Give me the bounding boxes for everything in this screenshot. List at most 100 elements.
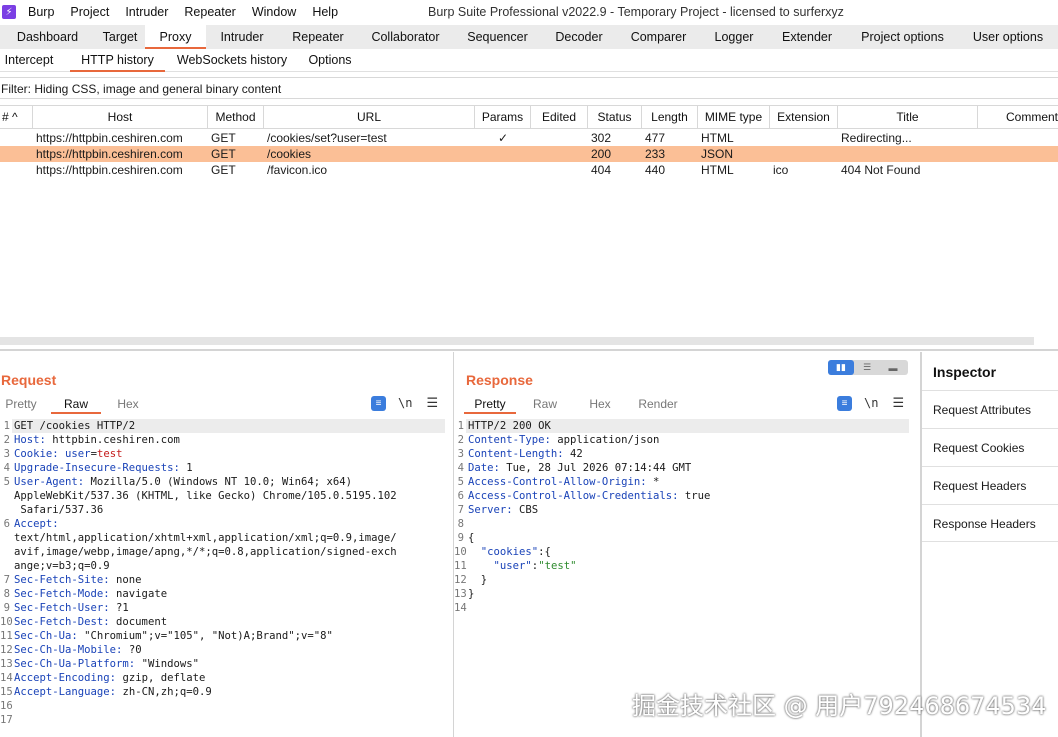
request-panel: Request Pretty Raw Hex ≡ \n ☰ 1 GET /cook… [0,352,453,737]
line-number [0,531,12,545]
code-token: text/html,application/xhtml+xml,applicat… [14,532,397,544]
split-horizontal-icon[interactable]: ☰ [854,360,880,375]
menu-help[interactable]: Help [312,5,338,19]
col-extension[interactable]: Extension [770,106,838,128]
burp-logo-icon: ⚡ [2,5,16,19]
filter-bar[interactable]: Filter: Hiding CSS, image and general bi… [0,77,1058,99]
tab-intruder[interactable]: Intruder [206,25,278,49]
menu-project[interactable]: Project [70,5,109,19]
tab-comparer[interactable]: Comparer [616,25,701,49]
tab-decoder[interactable]: Decoder [542,25,616,49]
col-comment[interactable]: Comment [978,106,1058,128]
code-token: Accept-Encoding: [14,672,117,684]
code-line: 1 GET /cookies HTTP/2 [0,419,445,433]
single-pane-icon[interactable]: ▬ [880,360,906,375]
code-line: 4 Date: Tue, 28 Jul 2026 07:14:44 GMT [454,461,909,475]
tab-collaborator[interactable]: Collaborator [358,25,453,49]
tab-logger[interactable]: Logger [701,25,767,49]
newline-toggle-icon[interactable]: \n [398,396,412,410]
tab-project-options[interactable]: Project options [847,25,958,49]
inspector-request-attributes[interactable]: Request Attributes [922,390,1058,428]
code-token: avif,image/webp,image/apng,*/*;q=0.8,app… [14,546,397,558]
tab-intercept[interactable]: Intercept [0,49,58,72]
menu-icon[interactable]: ☰ [892,395,904,411]
split-vertical-icon[interactable]: ▮▮ [828,360,854,375]
tab-target[interactable]: Target [95,25,145,49]
split-divider[interactable] [0,349,1058,351]
code-token: document [109,616,168,628]
watermark: 掘金技术社区 @ 用户792468674534 [632,692,1047,720]
code-token: none [109,574,142,586]
response-editor[interactable]: 1 HTTP/2 200 OK 2 Content-Type: application… [454,419,909,615]
code-line: 12 } [454,573,909,587]
tab-http-history[interactable]: HTTP history [70,49,165,72]
table-header: # ^ Host Method URL Params Edited Status… [0,105,1058,129]
response-tab-render[interactable]: Render [630,394,686,414]
cell-method: GET [211,131,236,145]
col-host[interactable]: Host [33,106,208,128]
code-line: 8 Sec-Fetch-Mode: navigate [0,587,445,601]
code-token: Tue, 28 Jul 2026 07:14:44 GMT [499,462,692,474]
tab-options[interactable]: Options [299,49,361,72]
request-tab-hex[interactable]: Hex [107,394,149,414]
cell-mime: HTML [701,131,734,145]
line-number: 4 [457,462,464,474]
response-view-tabs: Pretty Raw Hex Render [464,394,686,414]
horizontal-scrollbar[interactable] [0,337,1034,345]
code-line: 2 Host: httpbin.ceshiren.com [0,433,445,447]
col-title[interactable]: Title [838,106,978,128]
inspector-request-headers[interactable]: Request Headers [922,466,1058,504]
tab-dashboard[interactable]: Dashboard [0,25,95,49]
code-line: 13} [454,587,909,601]
cell-status: 200 [591,147,612,161]
inspector-request-cookies[interactable]: Request Cookies [922,428,1058,466]
tab-sequencer[interactable]: Sequencer [453,25,542,49]
table-row[interactable]: https://httpbin.ceshiren.com GET/favicon.… [0,162,1058,178]
table-row[interactable]: https://httpbin.ceshiren.com GET/cookies/… [0,130,1058,146]
code-text: Safari/537.36 [12,503,103,517]
tab-proxy[interactable]: Proxy [145,25,206,49]
code-text: "user":"test" [466,559,577,573]
code-token: 42 [563,448,583,460]
menu-burp[interactable]: Burp [28,5,54,19]
word-wrap-icon[interactable]: ≡ [371,395,386,411]
top-tab-bar: Dashboard Target Proxy Intruder Repeater… [0,25,1058,49]
col-number[interactable]: # ^ [0,106,33,128]
tab-user-options[interactable]: User options [958,25,1058,49]
response-tab-pretty[interactable]: Pretty [464,394,516,414]
col-edited[interactable]: Edited [531,106,588,128]
code-text: Sec-Fetch-Site: none [12,573,142,587]
word-wrap-icon[interactable]: ≡ [837,395,852,411]
table-row[interactable]: https://httpbin.ceshiren.com GET/cookies 2… [0,146,1058,162]
request-editor[interactable]: 1 GET /cookies HTTP/2 2 Host: httpbin.ceshi… [0,419,445,727]
request-tab-raw[interactable]: Raw [51,394,101,414]
tab-websockets-history[interactable]: WebSockets history [170,49,294,72]
col-status[interactable]: Status [588,106,642,128]
col-method[interactable]: Method [208,106,264,128]
cell-length: 477 [645,131,666,145]
newline-toggle-icon[interactable]: \n [864,396,878,410]
col-url[interactable]: URL [264,106,475,128]
cell-number [0,162,33,178]
request-tab-pretty[interactable]: Pretty [0,394,42,414]
code-line: 3 Cookie: user=test [0,447,445,461]
col-mime-type[interactable]: MIME type [698,106,770,128]
tab-repeater[interactable]: Repeater [278,25,358,49]
menu-window[interactable]: Window [252,5,296,19]
code-token: Access-Control-Allow-Origin: [468,476,647,488]
code-token: Sec-Fetch-User: [14,602,110,614]
response-tab-raw[interactable]: Raw [520,394,570,414]
menu-repeater[interactable]: Repeater [184,5,235,19]
col-length[interactable]: Length [642,106,698,128]
code-line: Safari/537.36 [0,503,445,517]
tab-extender[interactable]: Extender [767,25,847,49]
request-view-tabs: Pretty Raw Hex [0,394,149,414]
line-number: 5 [457,476,464,488]
menu-intruder[interactable]: Intruder [125,5,168,19]
inspector-response-headers[interactable]: Response Headers [922,504,1058,542]
response-tab-hex[interactable]: Hex [578,394,622,414]
code-line: 15 Accept-Language: zh-CN,zh;q=0.9 [0,685,445,699]
menu-icon[interactable]: ☰ [426,395,438,411]
col-params[interactable]: Params [475,106,531,128]
code-text: GET /cookies HTTP/2 [12,419,445,433]
